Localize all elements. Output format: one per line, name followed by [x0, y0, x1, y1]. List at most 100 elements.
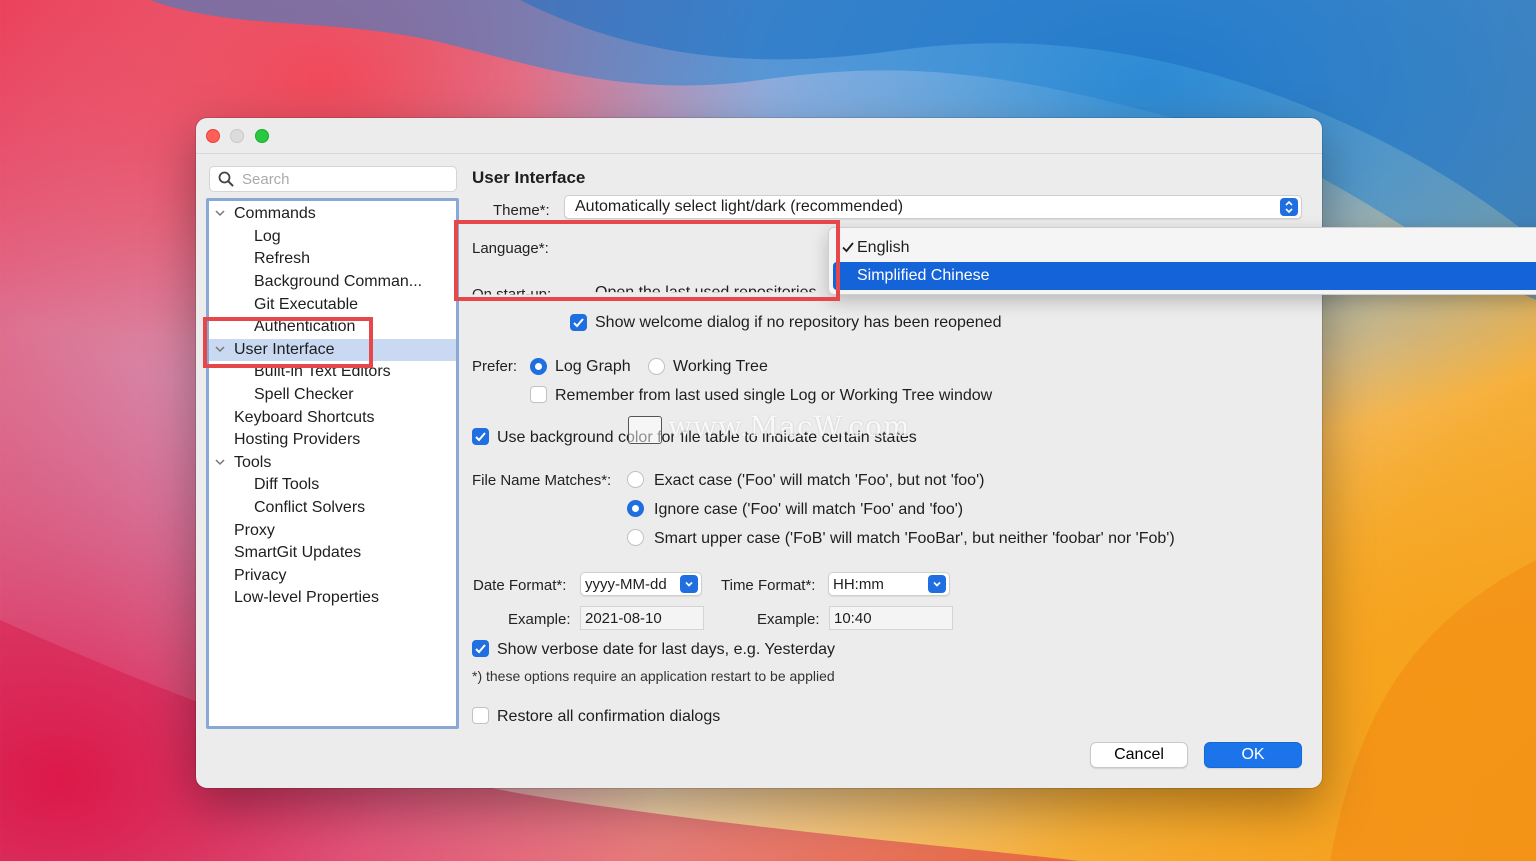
date-example-field: 2021-08-10 — [580, 606, 704, 630]
restart-note: *) these options require an application … — [472, 668, 835, 684]
welcome-dialog-checkbox[interactable] — [570, 314, 587, 331]
prefer-label: Prefer: — [472, 358, 518, 375]
tree-item-label: Hosting Providers — [234, 431, 361, 449]
date-format-chevron-icon — [680, 575, 698, 593]
tree-item[interactable]: Authentication — [209, 316, 456, 339]
tree-item[interactable]: Low-level Properties — [209, 587, 456, 610]
language-dropdown-menu[interactable]: English Simplified Chinese — [828, 227, 1536, 295]
tree-item-label: Log — [254, 227, 281, 245]
tree-item[interactable]: Keyboard Shortcuts — [209, 406, 456, 429]
prefer-log-graph-label: Log Graph — [555, 358, 631, 375]
minimize-window-button[interactable] — [230, 129, 244, 143]
language-option-english[interactable]: English — [833, 234, 1536, 262]
language-option-label: English — [857, 239, 910, 256]
tree-item[interactable]: Spell Checker — [209, 384, 456, 407]
tree-item-label: Proxy — [234, 521, 275, 539]
remember-window-label: Remember from last used single Log or Wo… — [555, 387, 993, 404]
tree-item[interactable]: Log — [209, 226, 456, 249]
tree-item-label: Commands — [234, 205, 316, 223]
tree-item-label: Authentication — [254, 318, 356, 336]
settings-category-tree[interactable]: Commands Log Refresh Background Comman... Gi… — [206, 198, 459, 729]
language-label: Language*: — [472, 240, 549, 257]
theme-label: Theme*: — [493, 202, 550, 219]
remember-window-checkbox[interactable] — [530, 386, 547, 403]
chevron-down-icon[interactable] — [214, 456, 226, 468]
ignore-case-label: Ignore case ('Foo' will match 'Foo' and … — [654, 501, 964, 518]
tree-item-label: Keyboard Shortcuts — [234, 408, 375, 426]
tree-item[interactable]: Diff Tools — [209, 474, 456, 497]
tree-item-label: Git Executable — [254, 295, 359, 313]
tree-item-label: Built-in Text Editors — [254, 363, 391, 381]
file-name-matches-label: File Name Matches*: — [472, 472, 612, 489]
prefer-working-tree-radio[interactable] — [648, 358, 665, 375]
tree-item-label: User Interface — [234, 340, 335, 358]
watermark-badge-icon — [628, 416, 662, 444]
language-option-label: Simplified Chinese — [857, 267, 990, 284]
tree-item[interactable]: Hosting Providers — [209, 429, 456, 452]
tree-item-label: Tools — [234, 453, 272, 471]
tree-item[interactable]: Privacy — [209, 565, 456, 588]
ignore-case-radio[interactable] — [627, 500, 644, 517]
prefer-log-graph-radio[interactable] — [530, 358, 547, 375]
search-icon — [218, 171, 234, 187]
tree-item[interactable]: Refresh — [209, 248, 456, 271]
tree-item-label: SmartGit Updates — [234, 544, 362, 562]
preferences-window: Commands Log Refresh Background Comman... Gi… — [196, 118, 1536, 788]
tree-item-label: Background Comman... — [254, 273, 423, 291]
tree-item[interactable]: Background Comman... — [209, 271, 456, 294]
time-format-value: HH:mm — [833, 575, 884, 593]
verbose-date-checkbox[interactable] — [472, 640, 489, 657]
verbose-date-label: Show verbose date for last days, e.g. Ye… — [497, 641, 835, 658]
tree-item-label: Refresh — [254, 250, 311, 268]
search-field[interactable] — [209, 166, 457, 192]
time-format-chevron-icon — [928, 575, 946, 593]
welcome-dialog-label: Show welcome dialog if no repository has… — [595, 314, 1002, 331]
cancel-button[interactable]: Cancel — [1090, 742, 1188, 768]
tree-item[interactable]: Tools — [209, 452, 456, 475]
exact-case-radio[interactable] — [627, 471, 644, 488]
smart-case-radio[interactable] — [627, 529, 644, 546]
time-format-select[interactable]: HH:mm — [828, 572, 950, 596]
tree-item[interactable]: Proxy — [209, 519, 456, 542]
tree-item[interactable]: Git Executable — [209, 293, 456, 316]
date-format-label: Date Format*: — [473, 577, 567, 594]
settings-panel: User Interface Theme*: Automatically sel… — [472, 118, 1536, 788]
time-example-field: 10:40 — [829, 606, 953, 630]
chevron-down-icon[interactable] — [214, 343, 226, 355]
startup-label: On start-up: — [472, 286, 552, 303]
tree-item-label: Low-level Properties — [234, 589, 379, 607]
watermark: www.MacW.com — [668, 410, 911, 443]
time-format-label: Time Format*: — [721, 577, 816, 594]
tree-item[interactable]: User Interface — [209, 338, 456, 362]
prefer-working-tree-label: Working Tree — [673, 358, 768, 375]
theme-value: Automatically select light/dark (recomme… — [575, 198, 904, 215]
search-input[interactable] — [242, 170, 442, 188]
close-window-button[interactable] — [206, 129, 220, 143]
time-example-label: Example: — [757, 611, 820, 628]
exact-case-label: Exact case ('Foo' will match 'Foo', but … — [654, 472, 985, 489]
tree-item[interactable]: Commands — [209, 203, 456, 226]
section-title: User Interface — [472, 168, 586, 187]
ok-button[interactable]: OK — [1204, 742, 1302, 768]
checkmark-icon — [842, 242, 854, 253]
theme-select[interactable]: Automatically select light/dark (recomme… — [564, 195, 1302, 219]
tree-item[interactable]: SmartGit Updates — [209, 542, 456, 565]
tree-item-label: Diff Tools — [254, 476, 320, 494]
background-color-checkbox[interactable] — [472, 428, 489, 445]
tree-item[interactable]: Conflict Solvers — [209, 497, 456, 520]
tree-item-label: Conflict Solvers — [254, 499, 366, 517]
chevron-down-icon[interactable] — [214, 207, 226, 219]
startup-option-label: Open the last used repositories — [595, 284, 817, 301]
restore-dialogs-label: Restore all confirmation dialogs — [497, 708, 721, 725]
language-option-simplified-chinese[interactable]: Simplified Chinese — [833, 262, 1536, 290]
date-format-select[interactable]: yyyy-MM-dd — [580, 572, 702, 596]
theme-stepper-icon — [1280, 198, 1298, 216]
date-format-value: yyyy-MM-dd — [585, 575, 667, 593]
restore-dialogs-checkbox[interactable] — [472, 707, 489, 724]
tree-item-label: Spell Checker — [254, 386, 354, 404]
tree-item-label: Privacy — [234, 566, 287, 584]
smart-case-label: Smart upper case ('FoB' will match 'FooB… — [654, 530, 1175, 547]
zoom-window-button[interactable] — [255, 129, 269, 143]
tree-item[interactable]: Built-in Text Editors — [209, 361, 456, 384]
date-example-label: Example: — [508, 611, 571, 628]
